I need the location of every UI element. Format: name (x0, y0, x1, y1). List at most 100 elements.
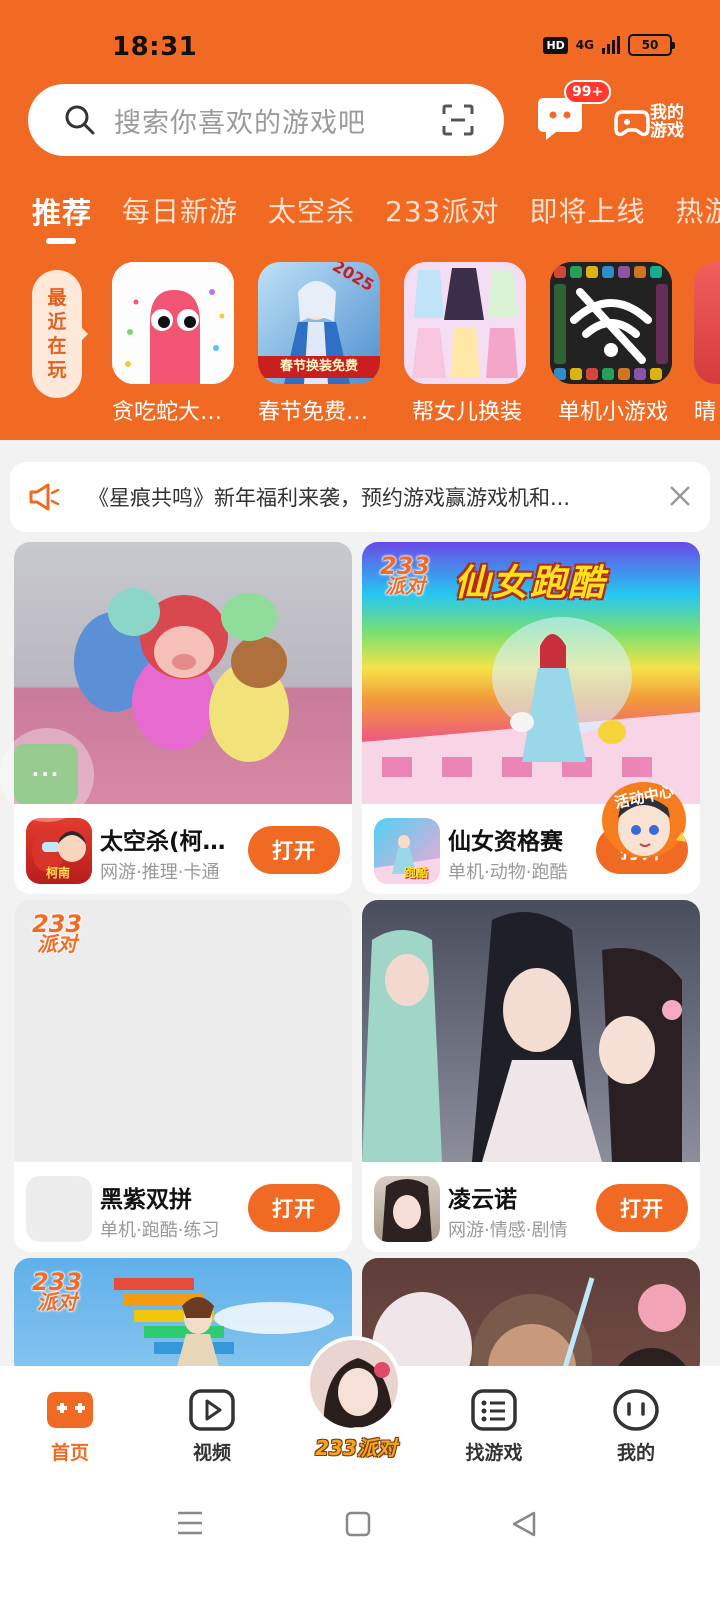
party-label: 233派对 (315, 1436, 397, 1460)
home-square-icon[interactable] (344, 1510, 372, 1538)
battery-level: 50 (641, 38, 659, 52)
recent-game-snake[interactable]: 贪吃蛇大作战 (112, 262, 238, 426)
recent-game-name: 春节免费换装 (258, 400, 384, 425)
battery-icon: 50 (628, 34, 675, 56)
status-bar: 18:31 HD 4G 50 (0, 0, 720, 90)
badge-line1: 233 (31, 910, 83, 938)
activity-center-button[interactable]: 活动中心 (596, 768, 692, 868)
badge-233-party: 233 派对 (28, 910, 86, 966)
icon-label: 柯南 (46, 866, 71, 880)
recent-game-thumb (404, 262, 526, 384)
badge-233-party: 233 派对 (376, 552, 434, 608)
cartoon-art (372, 1277, 693, 1378)
game-card-partial-right[interactable] (362, 1258, 700, 1378)
list-icon (471, 1389, 517, 1431)
game-title: 太空杀(柯南联动) (100, 829, 240, 855)
nav-video[interactable]: 视频 (164, 1388, 260, 1465)
game-card-black-purple[interactable]: 233 派对 黑紫双拼 单机·跑酷·练习 打开 (14, 900, 352, 1252)
lady-icon-art (382, 1179, 432, 1242)
game-card-partial-left[interactable]: 233 派对 (14, 1258, 352, 1378)
home-gamepad-icon (47, 1392, 93, 1428)
nav-find-games-label: 找游戏 (465, 1442, 523, 1464)
nav-profile[interactable]: 我的 (588, 1388, 684, 1465)
tab-hot[interactable]: 热游 (676, 190, 720, 240)
tab-daily-new[interactable]: 每日新游 (122, 190, 238, 240)
recent-game-name: 晴 (694, 400, 717, 425)
game-card-footer: 凌云诺 网游·情感·剧情 打开 (362, 1162, 700, 1252)
hd-badge: HD (543, 36, 568, 54)
game-tags: 网游·情感·剧情 (448, 1220, 568, 1241)
header: 18:31 HD 4G 50 搜索你喜欢的游戏吧 99+ 我的游戏 推荐 每日新… (0, 0, 720, 440)
couple-art (362, 912, 682, 1162)
recent-played-label[interactable]: 最 近 在 玩 (32, 270, 82, 398)
notice-banner[interactable]: 《星痕共鸣》新年福利来袭，预约游戏赢游戏机和... (10, 462, 710, 532)
game-card-image: 233 派对 (14, 900, 352, 1162)
tab-233-party[interactable]: 233派对 (385, 190, 499, 240)
recent-game-spring-dress[interactable]: 春节换装免费 2025 春节免费换装 (258, 262, 384, 426)
tab-recommend[interactable]: 推荐 (32, 190, 92, 244)
recent-game-daughter-dress[interactable]: 帮女儿换装 (404, 262, 530, 426)
recent-game-thumb: 春节换装免费 2025 (258, 262, 380, 384)
search-placeholder: 搜索你喜欢的游戏吧 (114, 107, 366, 139)
back-icon[interactable] (510, 1510, 538, 1538)
recent-game-name: 单机小游戏 (557, 400, 668, 425)
game-card-image: 233 派对 (14, 1258, 352, 1378)
dresses-art (404, 262, 526, 384)
game-app-icon (374, 1176, 440, 1242)
nav-profile-label: 我的 (616, 1442, 655, 1464)
game-tags: 单机·跑酷·练习 (100, 1220, 220, 1241)
badge-233-party: 233 派对 (28, 1268, 86, 1324)
spring-banner: 春节换装免费 (258, 356, 380, 378)
megaphone-icon (29, 483, 60, 511)
banner-title: 仙女跑酷 (454, 563, 607, 604)
recent-game-name: 贪吃蛇大作战 (112, 400, 238, 425)
video-icon (189, 1389, 235, 1431)
search-input[interactable]: 搜索你喜欢的游戏吧 (28, 84, 504, 156)
recent-label-char: 近 (47, 311, 67, 333)
more-dots-icon: ··· (31, 762, 61, 786)
system-nav-bar (0, 1490, 720, 1560)
floating-assistant-button[interactable]: ··· (14, 744, 78, 804)
recent-label-char: 最 (47, 287, 67, 309)
game-app-icon: 柯南 (26, 818, 92, 884)
tab-space-kill[interactable]: 太空杀 (268, 190, 355, 240)
recent-game-thumb (550, 262, 672, 384)
badge-line1: 233 (379, 552, 431, 580)
recent-game-offline-mini[interactable]: 单机小游戏 (550, 262, 676, 426)
recent-arrow (80, 326, 88, 342)
scan-icon[interactable] (442, 104, 474, 136)
game-title: 仙女资格赛 (448, 829, 563, 855)
my-games-button[interactable]: 我的游戏 (614, 98, 694, 146)
icon-label: 跑酷 (404, 866, 429, 880)
nav-find-games[interactable]: 找游戏 (446, 1388, 542, 1465)
message-badge: 99+ (564, 80, 612, 104)
nav-home[interactable]: 首页 (22, 1388, 118, 1465)
open-button[interactable]: 打开 (248, 826, 340, 874)
recent-game-thumb (694, 262, 720, 384)
recent-game-partial[interactable]: 晴 (694, 262, 720, 426)
gamepad-icon (614, 110, 650, 137)
game-title: 凌云诺 (448, 1187, 517, 1213)
game-card-footer: 黑紫双拼 单机·跑酷·练习 打开 (14, 1162, 352, 1252)
status-indicators: HD 4G 50 (543, 34, 675, 56)
profile-face-icon (613, 1389, 659, 1431)
game-app-icon (26, 1176, 92, 1242)
mini-games-grid-art (550, 262, 672, 384)
search-icon (65, 105, 95, 135)
game-app-icon: 跑酷 (374, 818, 440, 884)
signal-icon (602, 36, 620, 54)
open-button[interactable]: 打开 (248, 1184, 340, 1232)
menu-icon[interactable] (176, 1510, 204, 1536)
open-button[interactable]: 打开 (596, 1184, 688, 1232)
game-card-image (362, 1258, 700, 1378)
notice-text: 《星痕共鸣》新年福利来袭，预约游戏赢游戏机和... (88, 486, 571, 510)
nav-video-label: 视频 (192, 1442, 231, 1464)
game-tags: 单机·动物·跑酷 (448, 862, 568, 883)
tab-coming-soon[interactable]: 即将上线 (530, 190, 646, 240)
game-card-space-kill[interactable]: 柯南 太空杀(柯南联动) 网游·推理·卡通 打开 (14, 542, 352, 894)
party-avatar-button[interactable] (306, 1336, 402, 1432)
game-card-lingyunnuo[interactable]: 凌云诺 网游·情感·剧情 打开 (362, 900, 700, 1252)
badge-line1: 233 (31, 1268, 83, 1296)
close-icon[interactable] (668, 484, 692, 508)
game-tags: 网游·推理·卡通 (100, 862, 220, 883)
